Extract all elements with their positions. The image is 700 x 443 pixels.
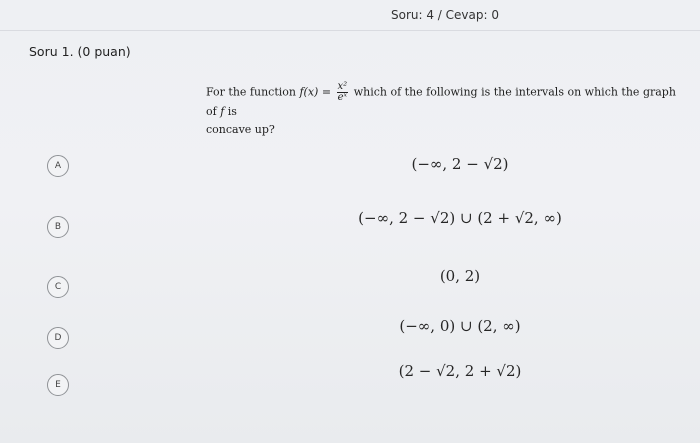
answer-option-a[interactable]: A (−∞, 2 − √2) bbox=[0, 146, 700, 186]
option-a-text: (−∞, 2 − √2) bbox=[411, 155, 509, 173]
stem-line2: concave up? bbox=[206, 123, 275, 136]
function-fraction: x² eˣ bbox=[336, 82, 349, 103]
option-d-bubble[interactable]: D bbox=[47, 327, 69, 349]
option-c-bubble[interactable]: C bbox=[47, 276, 69, 298]
question-counter: Soru: 4 / Cevap: 0 bbox=[391, 8, 499, 22]
stem-f: f bbox=[220, 105, 225, 118]
fraction-denominator: eˣ bbox=[337, 92, 348, 103]
answer-option-e[interactable]: E (2 − √2, 2 + √2) bbox=[0, 359, 700, 399]
option-b-bubble[interactable]: B bbox=[47, 216, 69, 238]
header-divider bbox=[0, 30, 700, 31]
option-d-text: (−∞, 0) ∪ (2, ∞) bbox=[399, 317, 521, 335]
function-lhs: f(x) = bbox=[299, 85, 332, 99]
question-title: Soru 1. (0 puan) bbox=[29, 44, 131, 59]
stem-prefix: For the function bbox=[206, 85, 296, 99]
stem-is: is bbox=[227, 105, 237, 118]
option-c-text: (0, 2) bbox=[439, 267, 481, 285]
option-b-text: (−∞, 2 − √2) ∪ (2 + √2, ∞) bbox=[358, 209, 562, 227]
answer-option-d[interactable]: D (−∞, 0) ∪ (2, ∞) bbox=[0, 315, 700, 355]
option-e-text: (2 − √2, 2 + √2) bbox=[398, 362, 522, 380]
answer-option-b[interactable]: B (−∞, 2 − √2) ∪ (2 + √2, ∞) bbox=[0, 200, 700, 240]
question-stem: For the function f(x) = x² eˣ which of t… bbox=[206, 82, 676, 139]
option-a-bubble[interactable]: A bbox=[47, 155, 69, 177]
option-e-bubble[interactable]: E bbox=[47, 374, 69, 396]
answer-option-c[interactable]: C (0, 2) bbox=[0, 262, 700, 302]
